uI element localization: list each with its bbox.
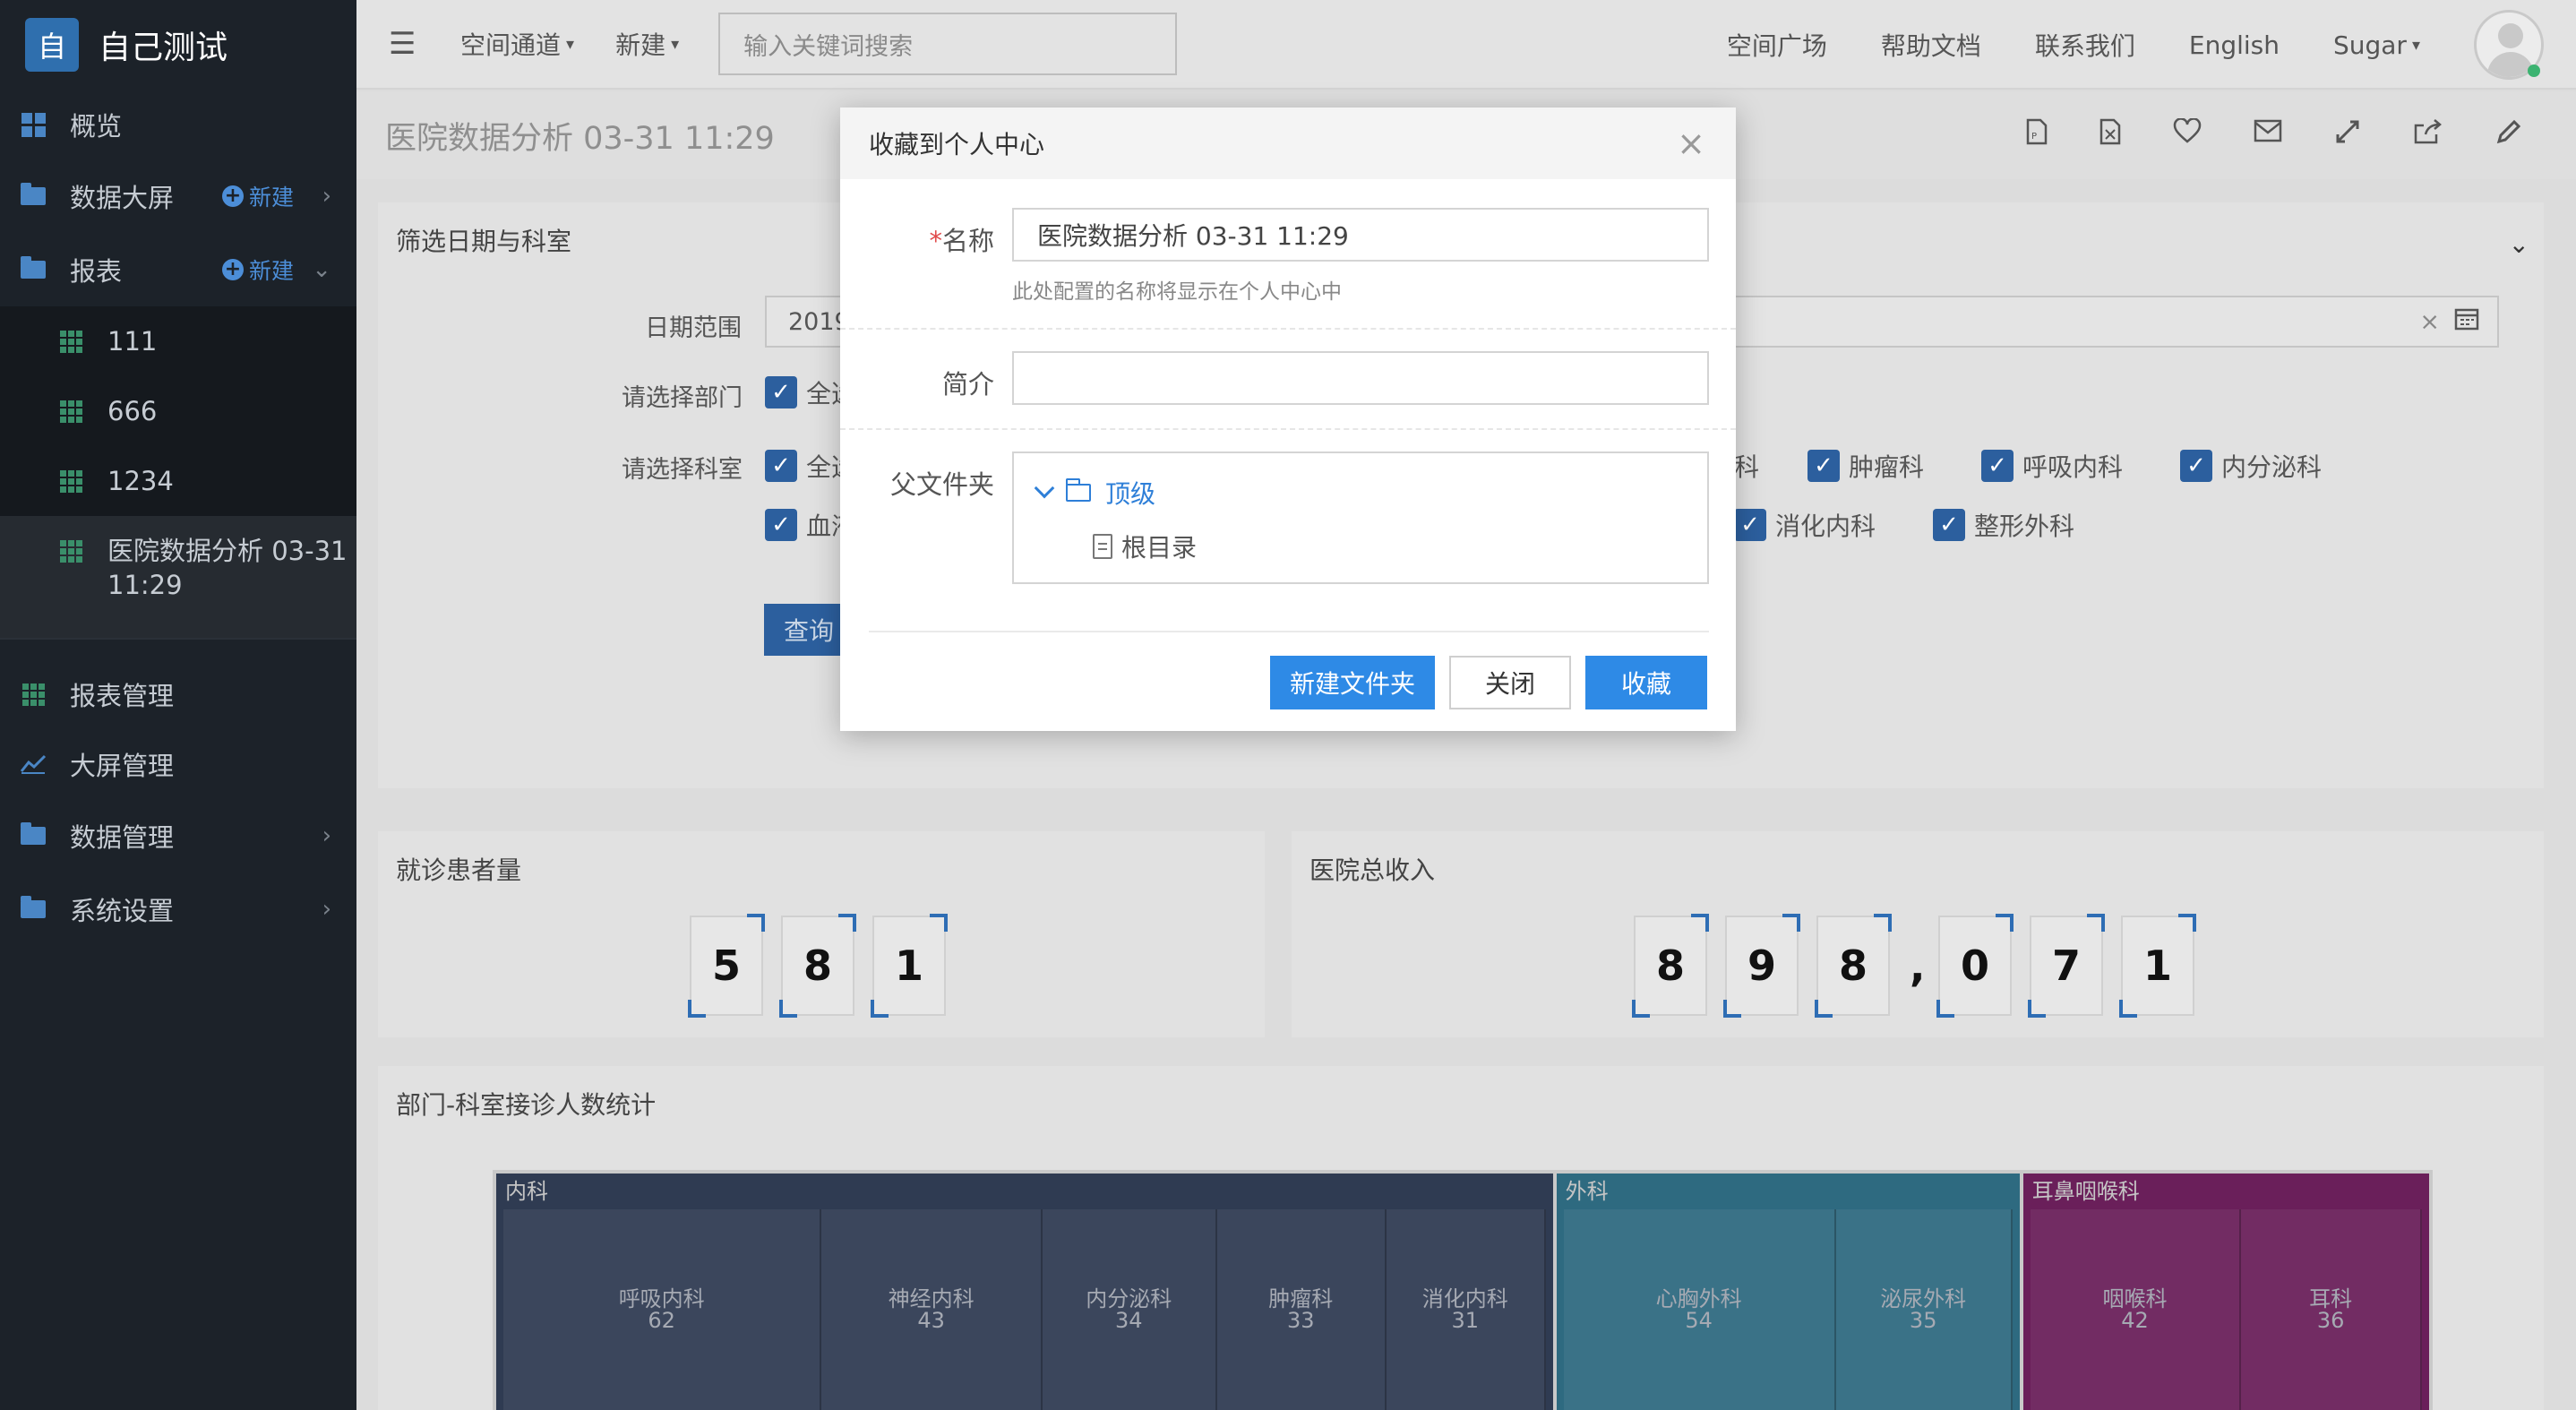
description-label: 简介 xyxy=(941,369,994,400)
folder-tree: 顶级 根目录 xyxy=(1012,451,1709,584)
tree-node-root[interactable]: 顶级 xyxy=(1034,475,1155,511)
form-divider xyxy=(840,428,1736,430)
folder-open-icon xyxy=(1066,478,1091,502)
modal-header: 收藏到个人中心 xyxy=(840,107,1736,179)
parent-folder-label: 父文件夹 xyxy=(889,469,994,500)
close-button[interactable]: 关闭 xyxy=(1449,656,1571,709)
chevron-down-icon[interactable] xyxy=(1034,477,1055,499)
tree-node-root-dir[interactable]: 根目录 xyxy=(1093,529,1197,564)
modal-title: 收藏到个人中心 xyxy=(869,130,1045,159)
modal-footer-divider xyxy=(869,631,1709,632)
close-icon[interactable]: × xyxy=(1673,124,1709,163)
collect-button[interactable]: 收藏 xyxy=(1585,656,1707,709)
name-label: *名称 xyxy=(929,226,994,256)
description-input[interactable] xyxy=(1012,351,1709,405)
file-icon xyxy=(1093,534,1112,559)
form-divider xyxy=(840,328,1736,330)
collect-modal: 收藏到个人中心 × *名称 医院数据分析 03-31 11:29 此处配置的名称… xyxy=(840,107,1736,731)
name-hint: 此处配置的名称将显示在个人中心中 xyxy=(1012,280,1342,304)
name-input[interactable]: 医院数据分析 03-31 11:29 xyxy=(1012,208,1709,262)
new-folder-button[interactable]: 新建文件夹 xyxy=(1270,656,1435,709)
